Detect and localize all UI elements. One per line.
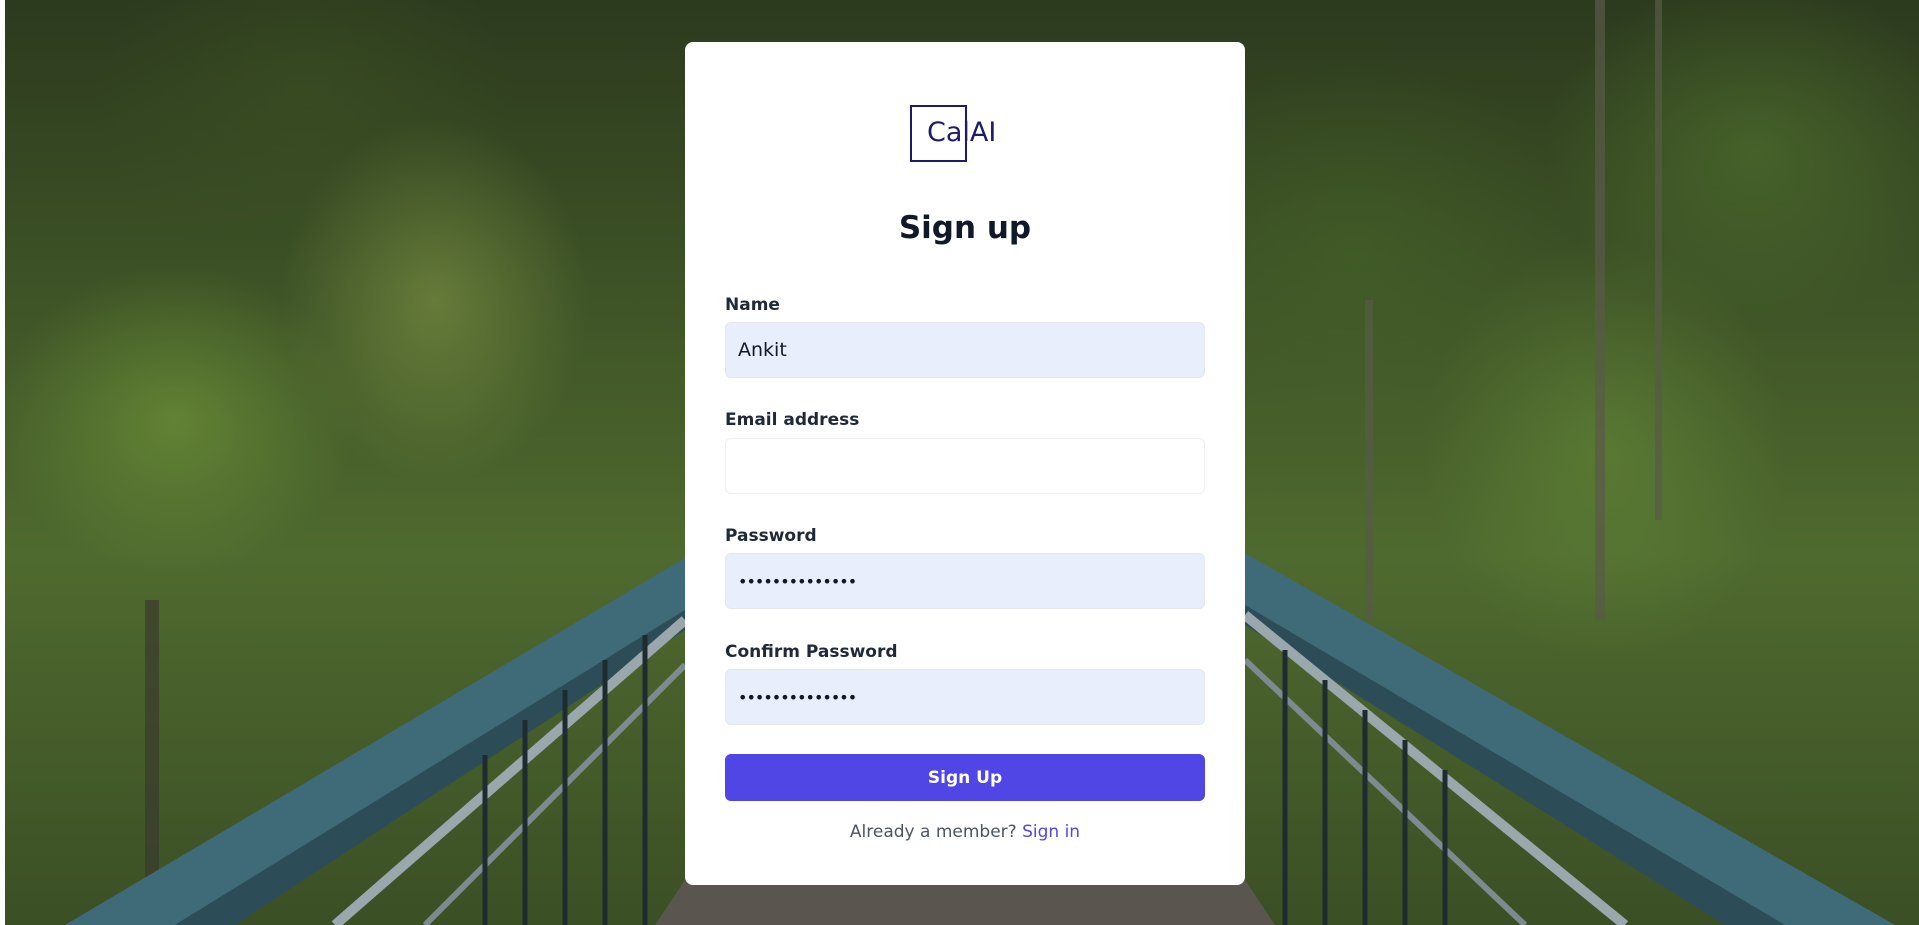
name-input[interactable] [725, 322, 1205, 378]
page-title: Sign up [898, 210, 1032, 246]
confirm-password-label: Confirm Password [725, 642, 898, 662]
signin-prompt: Already a member? Sign in [685, 822, 1245, 842]
password-input[interactable] [725, 553, 1205, 609]
background-photo: CalAI Sign up Name Email address Passwor… [5, 0, 1919, 925]
sign-in-link[interactable]: Sign in [1022, 822, 1080, 842]
password-label: Password [725, 526, 817, 546]
already-member-text: Already a member? [849, 822, 1017, 842]
confirm-password-input[interactable] [725, 669, 1205, 725]
email-input[interactable] [725, 438, 1205, 494]
signup-card: CalAI Sign up Name Email address Passwor… [685, 42, 1245, 885]
name-label: Name [725, 295, 780, 315]
sign-up-button[interactable]: Sign Up [725, 754, 1205, 801]
logo-text: CalAI [927, 117, 997, 148]
email-label: Email address [725, 410, 860, 430]
calai-logo: CalAI [910, 105, 1020, 165]
